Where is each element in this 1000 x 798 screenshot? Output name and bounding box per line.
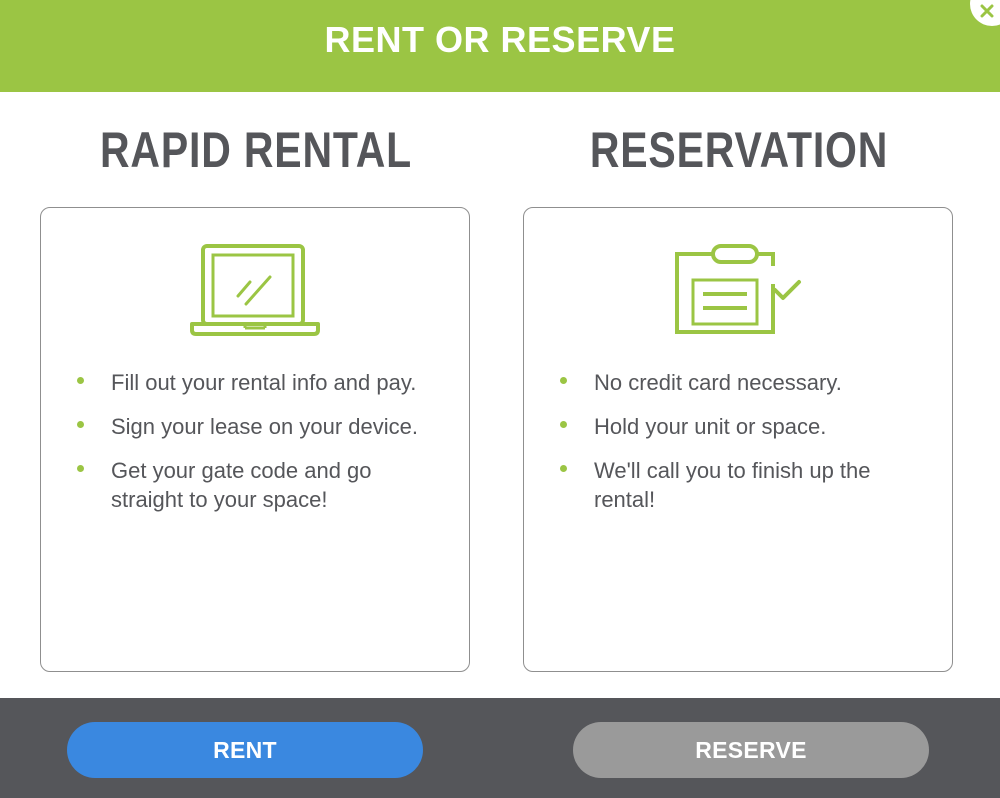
- bullet-text: Fill out your rental info and pay.: [111, 370, 417, 395]
- close-button[interactable]: [970, 0, 1000, 26]
- bullet-dot-icon: [560, 421, 567, 428]
- bullet-dot-icon: [77, 377, 84, 384]
- rapid-rental-bullets: Fill out your rental info and pay. Sign …: [75, 368, 449, 529]
- bullet-text: We'll call you to finish up the rental!: [594, 458, 871, 512]
- list-item: Fill out your rental info and pay.: [75, 368, 449, 397]
- header-bar: RENT OR RESERVE: [0, 0, 1000, 92]
- page-title: RENT OR RESERVE: [324, 19, 676, 60]
- reservation-bullets: No credit card necessary. Hold your unit…: [558, 368, 932, 529]
- close-icon: [980, 4, 994, 18]
- bullet-text: No credit card necessary.: [594, 370, 842, 395]
- rent-button[interactable]: RENT: [67, 722, 423, 778]
- list-item: Sign your lease on your device.: [75, 412, 449, 441]
- rapid-rental-card: Fill out your rental info and pay. Sign …: [40, 207, 470, 672]
- rent-or-reserve-dialog: RENT OR RESERVE RAPID RENTAL RESERVATION: [0, 0, 1000, 798]
- bullet-dot-icon: [560, 465, 567, 472]
- list-item: Get your gate code and go straight to yo…: [75, 456, 449, 514]
- bullet-text: Get your gate code and go straight to yo…: [111, 458, 372, 512]
- bullet-dot-icon: [77, 465, 84, 472]
- clipboard-check-icon: [675, 244, 801, 334]
- footer-bar: RENT RESERVE: [0, 698, 1000, 798]
- laptop-icon: [190, 244, 320, 336]
- list-item: Hold your unit or space.: [558, 412, 932, 441]
- bullet-dot-icon: [77, 421, 84, 428]
- reservation-title: RESERVATION: [589, 122, 889, 178]
- bullet-text: Sign your lease on your device.: [111, 414, 418, 439]
- reserve-button[interactable]: RESERVE: [573, 722, 929, 778]
- reservation-card: No credit card necessary. Hold your unit…: [523, 207, 953, 672]
- list-item: We'll call you to finish up the rental!: [558, 456, 932, 514]
- bullet-text: Hold your unit or space.: [594, 414, 827, 439]
- bullet-dot-icon: [560, 377, 567, 384]
- rapid-rental-title: RAPID RENTAL: [99, 122, 413, 178]
- list-item: No credit card necessary.: [558, 368, 932, 397]
